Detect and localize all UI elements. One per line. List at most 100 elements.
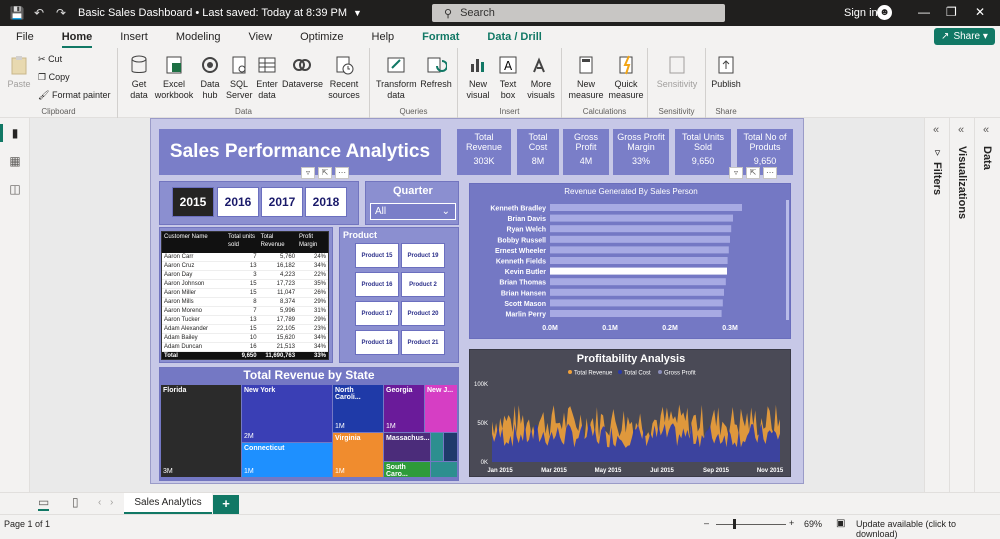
add-page-button[interactable]: +	[213, 495, 239, 514]
title-dropdown-icon[interactable]: ▼	[353, 8, 362, 18]
collapse-data-icon[interactable]: «	[983, 124, 989, 136]
desktop-layout-icon[interactable]: ▭	[38, 495, 50, 511]
filter-icon[interactable]: ▿	[729, 167, 743, 179]
table-row[interactable]: Aaron Miller 15 11,047 26%	[162, 288, 328, 298]
kpi-gross-profit-margin[interactable]: Gross Profit Margin 33%	[613, 129, 669, 175]
product-button[interactable]: Product 16	[355, 272, 399, 297]
zoom-in-icon[interactable]: +	[789, 518, 794, 528]
menu-help[interactable]: Help	[358, 26, 409, 48]
report-view-icon[interactable]: ▮	[0, 124, 22, 142]
minimize-icon[interactable]: —	[918, 5, 930, 19]
fit-page-icon[interactable]: ▣	[836, 518, 845, 529]
product-button[interactable]: Product 2	[401, 272, 445, 297]
table-row[interactable]: Aaron Johnson 15 17,723 35%	[162, 279, 328, 289]
get-data-button[interactable]: Get data	[124, 54, 154, 101]
col-customer-name[interactable]: Customer Name	[162, 232, 226, 253]
menu-home[interactable]: Home	[48, 26, 107, 48]
treemap-tile[interactable]: Georgia 1M	[384, 385, 424, 432]
publish-button[interactable]: Publish	[708, 54, 744, 90]
recent-sources-button[interactable]: Recent sources	[324, 54, 364, 101]
more-visuals-button[interactable]: More visuals	[524, 54, 558, 101]
table-row[interactable]: Aaron Moreno 7 5,996 31%	[162, 306, 328, 316]
zoom-slider[interactable]	[716, 524, 786, 525]
product-button[interactable]: Product 21	[401, 330, 445, 355]
treemap-tile[interactable]	[431, 462, 457, 477]
sql-server-button[interactable]: SQL Server	[226, 54, 253, 101]
paste-button[interactable]: Paste	[6, 54, 32, 90]
treemap-tile[interactable]: South Caro...	[384, 462, 430, 478]
share-button[interactable]: ↗ Share ▾	[934, 28, 995, 45]
col-units-sold[interactable]: Total units sold	[226, 232, 259, 253]
new-measure-button[interactable]: New measure	[566, 54, 606, 101]
kpi-gross-profit[interactable]: Gross Profit 4M	[563, 129, 609, 175]
update-notice[interactable]: Update available (click to download)	[856, 519, 1000, 539]
product-button[interactable]: Product 19	[401, 243, 445, 268]
treemap-tile[interactable]: New York 2M	[242, 385, 332, 442]
menu-data-drill[interactable]: Data / Drill	[473, 26, 555, 48]
sensitivity-button[interactable]: Sensitivity	[652, 54, 702, 90]
collapse-filters-icon[interactable]: «	[933, 124, 939, 136]
kpi-total-cost[interactable]: Total Cost 8M	[517, 129, 559, 175]
col-revenue[interactable]: Total Revenue	[258, 232, 298, 253]
year-button-2018[interactable]: 2018	[305, 187, 347, 217]
table-row[interactable]: Aaron Cruz 13 16,182 34%	[162, 261, 328, 271]
menu-file[interactable]: File	[0, 26, 48, 48]
menu-view[interactable]: View	[234, 26, 286, 48]
product-button[interactable]: Product 17	[355, 301, 399, 326]
save-icon[interactable]: 💾	[6, 6, 28, 20]
treemap-tile[interactable]: New J...	[425, 385, 457, 432]
refresh-button[interactable]: Refresh	[418, 54, 454, 90]
table-row[interactable]: Adam Duncan 16 21,513 34%	[162, 342, 328, 352]
prev-page-icon[interactable]: ‹	[98, 497, 101, 508]
visualizations-pane[interactable]: « Visualizations	[949, 118, 974, 492]
menu-modeling[interactable]: Modeling	[162, 26, 235, 48]
treemap-tile[interactable]	[431, 433, 443, 461]
menu-insert[interactable]: Insert	[106, 26, 162, 48]
product-button[interactable]: Product 20	[401, 301, 445, 326]
filter-icon[interactable]: ▿	[301, 167, 315, 179]
table-row[interactable]: Adam Bailey 10 15,620 34%	[162, 333, 328, 343]
undo-icon[interactable]: ↶	[28, 6, 50, 20]
profitability-chart[interactable]: Profitability Analysis Total Revenue Total…	[469, 349, 791, 477]
collapse-visualizations-icon[interactable]: «	[958, 124, 964, 136]
table-row[interactable]: Adam Alexander 15 22,105 23%	[162, 324, 328, 334]
page-tab-sales-analytics[interactable]: Sales Analytics	[124, 493, 212, 515]
treemap-tile[interactable]: Virginia 1M	[333, 433, 383, 477]
data-hub-button[interactable]: Data hub	[196, 54, 224, 101]
table-view-icon[interactable]: ▦	[8, 154, 22, 168]
year-button-2016[interactable]: 2016	[217, 187, 259, 217]
close-icon[interactable]: ✕	[975, 5, 985, 19]
table-row[interactable]: Aaron Carr 7 5,760 24%	[162, 253, 328, 262]
data-pane[interactable]: « Data	[974, 118, 999, 492]
transform-data-button[interactable]: Transform data	[376, 54, 417, 101]
treemap-tile[interactable]: Florida 3M	[161, 385, 241, 477]
sales-person-chart[interactable]: Revenue Generated By Sales Person Kenneth…	[469, 183, 791, 339]
menu-optimize[interactable]: Optimize	[286, 26, 357, 48]
treemap-tile[interactable]: Connecticut 1M	[242, 443, 332, 477]
quarter-dropdown[interactable]: All ⌄	[370, 203, 456, 220]
product-button[interactable]: Product 18	[355, 330, 399, 355]
year-button-2017[interactable]: 2017	[261, 187, 303, 217]
quick-measure-button[interactable]: Quick measure	[606, 54, 646, 101]
focus-mode-icon[interactable]: ⇱	[318, 167, 332, 179]
zoom-slider-thumb[interactable]	[733, 519, 736, 529]
filters-pane[interactable]: « ▿ Filters	[924, 118, 949, 492]
model-view-icon[interactable]: ◫	[8, 182, 22, 196]
restore-icon[interactable]: ❐	[946, 5, 957, 19]
search-input[interactable]: ⚲ Search	[432, 4, 725, 22]
text-box-button[interactable]: A Text box	[494, 54, 522, 101]
format-painter-button[interactable]: 🖌 Format painter	[38, 90, 110, 101]
dataverse-button[interactable]: Dataverse	[282, 54, 323, 90]
kpi-total-units-sold[interactable]: Total Units Sold 9,650	[675, 129, 731, 175]
table-row[interactable]: Aaron Day 3 4,223 22%	[162, 270, 328, 280]
more-options-icon[interactable]: ⋯	[335, 167, 349, 179]
enter-data-button[interactable]: Enter data	[254, 54, 280, 101]
sign-in-link[interactable]: Sign in	[844, 7, 878, 19]
next-page-icon[interactable]: ›	[110, 497, 113, 508]
treemap-tile[interactable]	[444, 433, 457, 461]
product-button[interactable]: Product 15	[355, 243, 399, 268]
treemap-tile[interactable]: Massachus...	[384, 433, 430, 461]
col-profit-margin[interactable]: Profit Margin	[297, 232, 328, 253]
copy-button[interactable]: ❐ Copy	[38, 72, 70, 83]
avatar-icon[interactable]: ☻	[877, 5, 892, 20]
